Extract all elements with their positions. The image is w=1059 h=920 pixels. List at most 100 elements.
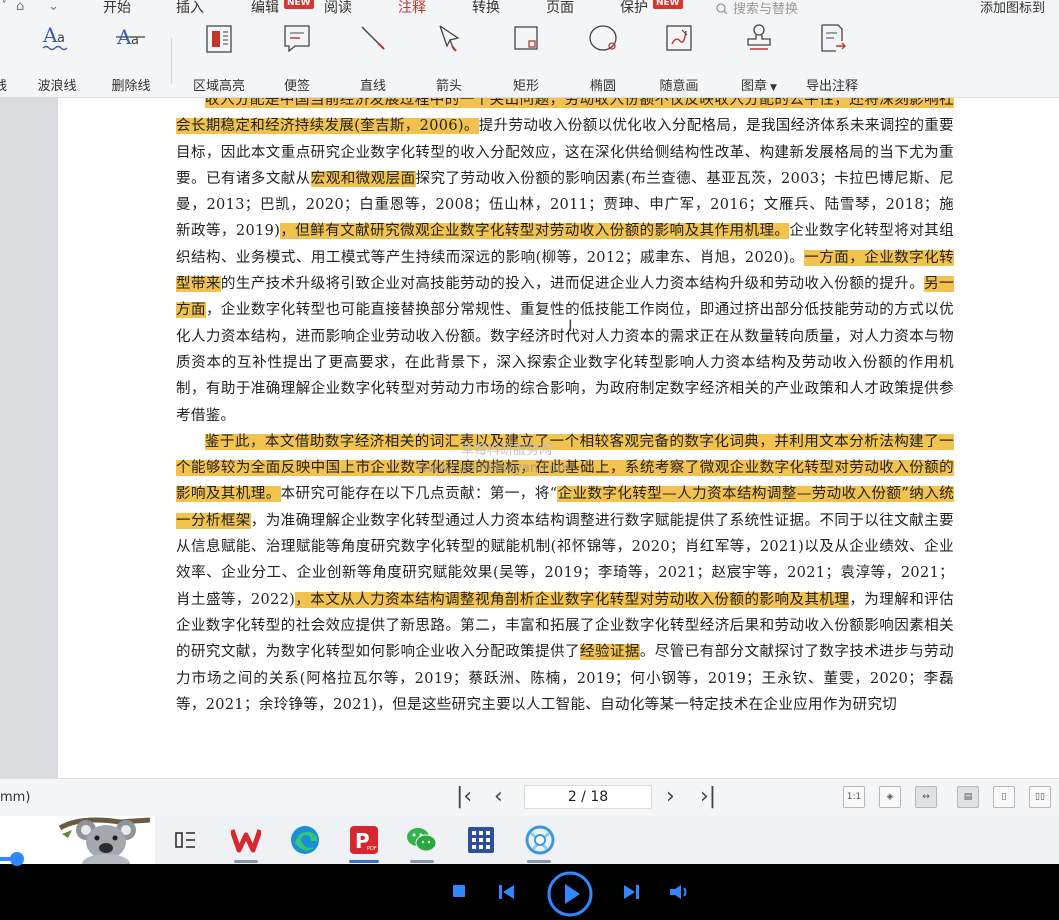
stamp-button[interactable]: 图章 ▼ (730, 18, 788, 94)
highlighted-text[interactable]: ，本文从人力资本结构调整视角剖析企业数字化转型对劳动收入份额的影响及其机理 (295, 591, 850, 608)
ellipse-icon (586, 18, 620, 58)
wavy-underline-button[interactable]: Aa 波浪线 (34, 18, 80, 94)
volume-button[interactable] (669, 884, 691, 900)
chrome-like-app-icon[interactable] (522, 822, 558, 858)
fit-width-icon: ↔ (922, 792, 930, 802)
highlighted-text[interactable]: 宏观和微观层面 (310, 170, 416, 187)
quick-access-arrow-icon[interactable]: ˅ (1, 0, 8, 14)
area-highlight-button[interactable]: 区域高亮 (189, 18, 249, 94)
seek-bar-handle[interactable] (10, 852, 24, 866)
search-placeholder: 搜索与替换 (733, 2, 799, 17)
two-page-button[interactable]: ▯▯ (1029, 786, 1051, 808)
menu-edit[interactable]: 编辑 (251, 0, 279, 17)
watermark-line-2: www.caomeikeyan.com (417, 461, 571, 476)
two-page-icon: ▯▯ (1035, 792, 1045, 802)
taskbar-running-indicator (410, 860, 434, 863)
freehand-button[interactable]: 随意画 (656, 18, 702, 94)
body-text: 的生产技术升级将引致企业对高技能劳动的投入，进而促进企业人力资本结构升级和劳动收… (220, 276, 925, 293)
stop-button[interactable] (452, 884, 466, 898)
continuous-view-icon: ▤ (963, 792, 973, 802)
rectangle-icon (509, 18, 543, 58)
new-badge: NEW (653, 0, 683, 9)
add-icon-to-link[interactable]: 添加图标到 (980, 0, 1045, 16)
play-button[interactable] (546, 870, 594, 918)
play-icon (547, 871, 593, 917)
fit-page-icon: ◈ (886, 792, 894, 802)
left-panel-strip (0, 98, 58, 778)
highlighted-text[interactable]: 经验证据 (580, 644, 640, 661)
taskbar-running-indicator (234, 860, 258, 863)
svg-text:PDF: PDF (367, 846, 377, 852)
fit-width-button[interactable]: ↔ (915, 786, 937, 808)
wechat-icon[interactable] (404, 822, 440, 858)
continuous-view-button[interactable]: ▤ (957, 786, 979, 808)
watermark-line-1: 草莓科研服务网 (461, 443, 553, 458)
export-annotations-button[interactable]: 导出注释 (802, 18, 862, 94)
next-page-button[interactable]: › (666, 785, 675, 809)
watermark: 草莓科研服务网 www.caomeikeyan.com (417, 442, 570, 478)
arrow-icon (432, 18, 466, 58)
task-view-icon[interactable] (168, 822, 204, 858)
wps-office-icon[interactable] (228, 822, 264, 858)
sticky-note-button[interactable]: 便签 (276, 18, 318, 94)
volume-icon (670, 885, 687, 899)
area-highlight-icon (202, 18, 236, 58)
pdf-page[interactable]: 收入分配是中国当前经济发展过程中的一个突出问题，劳动收入份额不仅反映收入分配的公… (58, 98, 1059, 778)
text-cursor-icon: I (568, 316, 573, 335)
video-player-controls (0, 852, 1059, 920)
arrow-button[interactable]: 箭头 (428, 18, 470, 94)
menu-convert[interactable]: 转换 (472, 0, 500, 17)
calculator-app-icon[interactable] (463, 822, 499, 858)
sticky-note-icon (280, 18, 314, 58)
export-annotations-icon (815, 18, 849, 58)
prev-page-button[interactable]: ‹ (494, 785, 503, 809)
menu-annotate[interactable]: 注释 (396, 0, 428, 22)
svg-text:a: a (57, 31, 65, 46)
line-icon (356, 18, 390, 58)
pdf-reader-icon[interactable]: P PDF (346, 822, 382, 858)
actual-size-button[interactable]: 1:1 (843, 786, 865, 808)
highlighted-text[interactable]: ，但鲜有文献研究微观企业数字化转型对劳动收入份额的影响及其作用机理。 (280, 223, 790, 240)
taskbar-active-indicator (349, 860, 379, 863)
single-page-button[interactable]: ▯ (993, 786, 1015, 808)
line-button[interactable]: 直线 (352, 18, 394, 94)
fit-page-button[interactable]: ◈ (879, 786, 901, 808)
menu-read[interactable]: 阅读 (324, 0, 352, 17)
next-icon (624, 885, 639, 899)
edge-browser-icon[interactable] (287, 822, 323, 858)
previous-track-button[interactable] (498, 884, 516, 900)
page-number-input[interactable]: 2 / 18 (524, 785, 652, 809)
strikethrough-icon: Aa (114, 18, 148, 58)
search-box[interactable]: 搜索与替换 (716, 0, 798, 17)
previous-icon (499, 885, 514, 899)
home-icon[interactable]: ⌂ (16, 0, 24, 14)
menu-page[interactable]: 页面 (546, 0, 574, 17)
paragraph-1: 收入分配是中国当前经济发展过程中的一个突出问题，劳动收入份额不仅反映收入分配的公… (176, 98, 954, 429)
unit-readout: mm) (0, 790, 31, 805)
document-viewport[interactable]: 收入分配是中国当前经济发展过程中的一个突出问题，劳动收入份额不仅反映收入分配的公… (0, 98, 1059, 778)
status-bar: mm) |‹ ‹ 2 / 18 › ›| 1:1 ◈ ↔ ▤ ▯ ▯▯ (0, 778, 1059, 816)
last-page-button[interactable]: ›| (700, 785, 716, 809)
strikethrough-button[interactable]: Aa 删除线 (108, 18, 154, 94)
menu-insert[interactable]: 插入 (176, 0, 204, 17)
first-page-button[interactable]: |‹ (456, 785, 472, 809)
page-body-text[interactable]: 收入分配是中国当前经济发展过程中的一个突出问题，劳动收入份额不仅反映收入分配的公… (176, 98, 954, 718)
customize-dropdown-icon[interactable]: ⌄ (48, 0, 59, 14)
single-page-icon: ▯ (1001, 792, 1007, 802)
stamp-dropdown-icon[interactable]: ▼ (770, 83, 777, 93)
menu-bar: ˅ ⌂ ⌄ 开始 插入 编辑 NEW 阅读 注释 转换 页面 保护 NEW 搜索… (0, 0, 1059, 22)
ribbon-partial-tool[interactable]: 线 (0, 18, 7, 94)
next-track-button[interactable] (622, 884, 640, 900)
rectangle-button[interactable]: 矩形 (505, 18, 547, 94)
ribbon-separator (171, 38, 172, 84)
svg-text:A: A (42, 23, 58, 47)
taskbar-running-indicator (527, 860, 551, 863)
menu-start[interactable]: 开始 (103, 0, 131, 17)
os-taskbar: P PDF (0, 816, 1059, 864)
stamp-icon (742, 18, 776, 58)
new-badge: NEW (284, 0, 314, 9)
body-text: 本研究可能存在以下几点贡献：第一，将“ (280, 486, 558, 503)
stop-icon (453, 885, 465, 897)
menu-protect[interactable]: 保护 (620, 0, 648, 17)
ellipse-button[interactable]: 椭圆 (582, 18, 624, 94)
